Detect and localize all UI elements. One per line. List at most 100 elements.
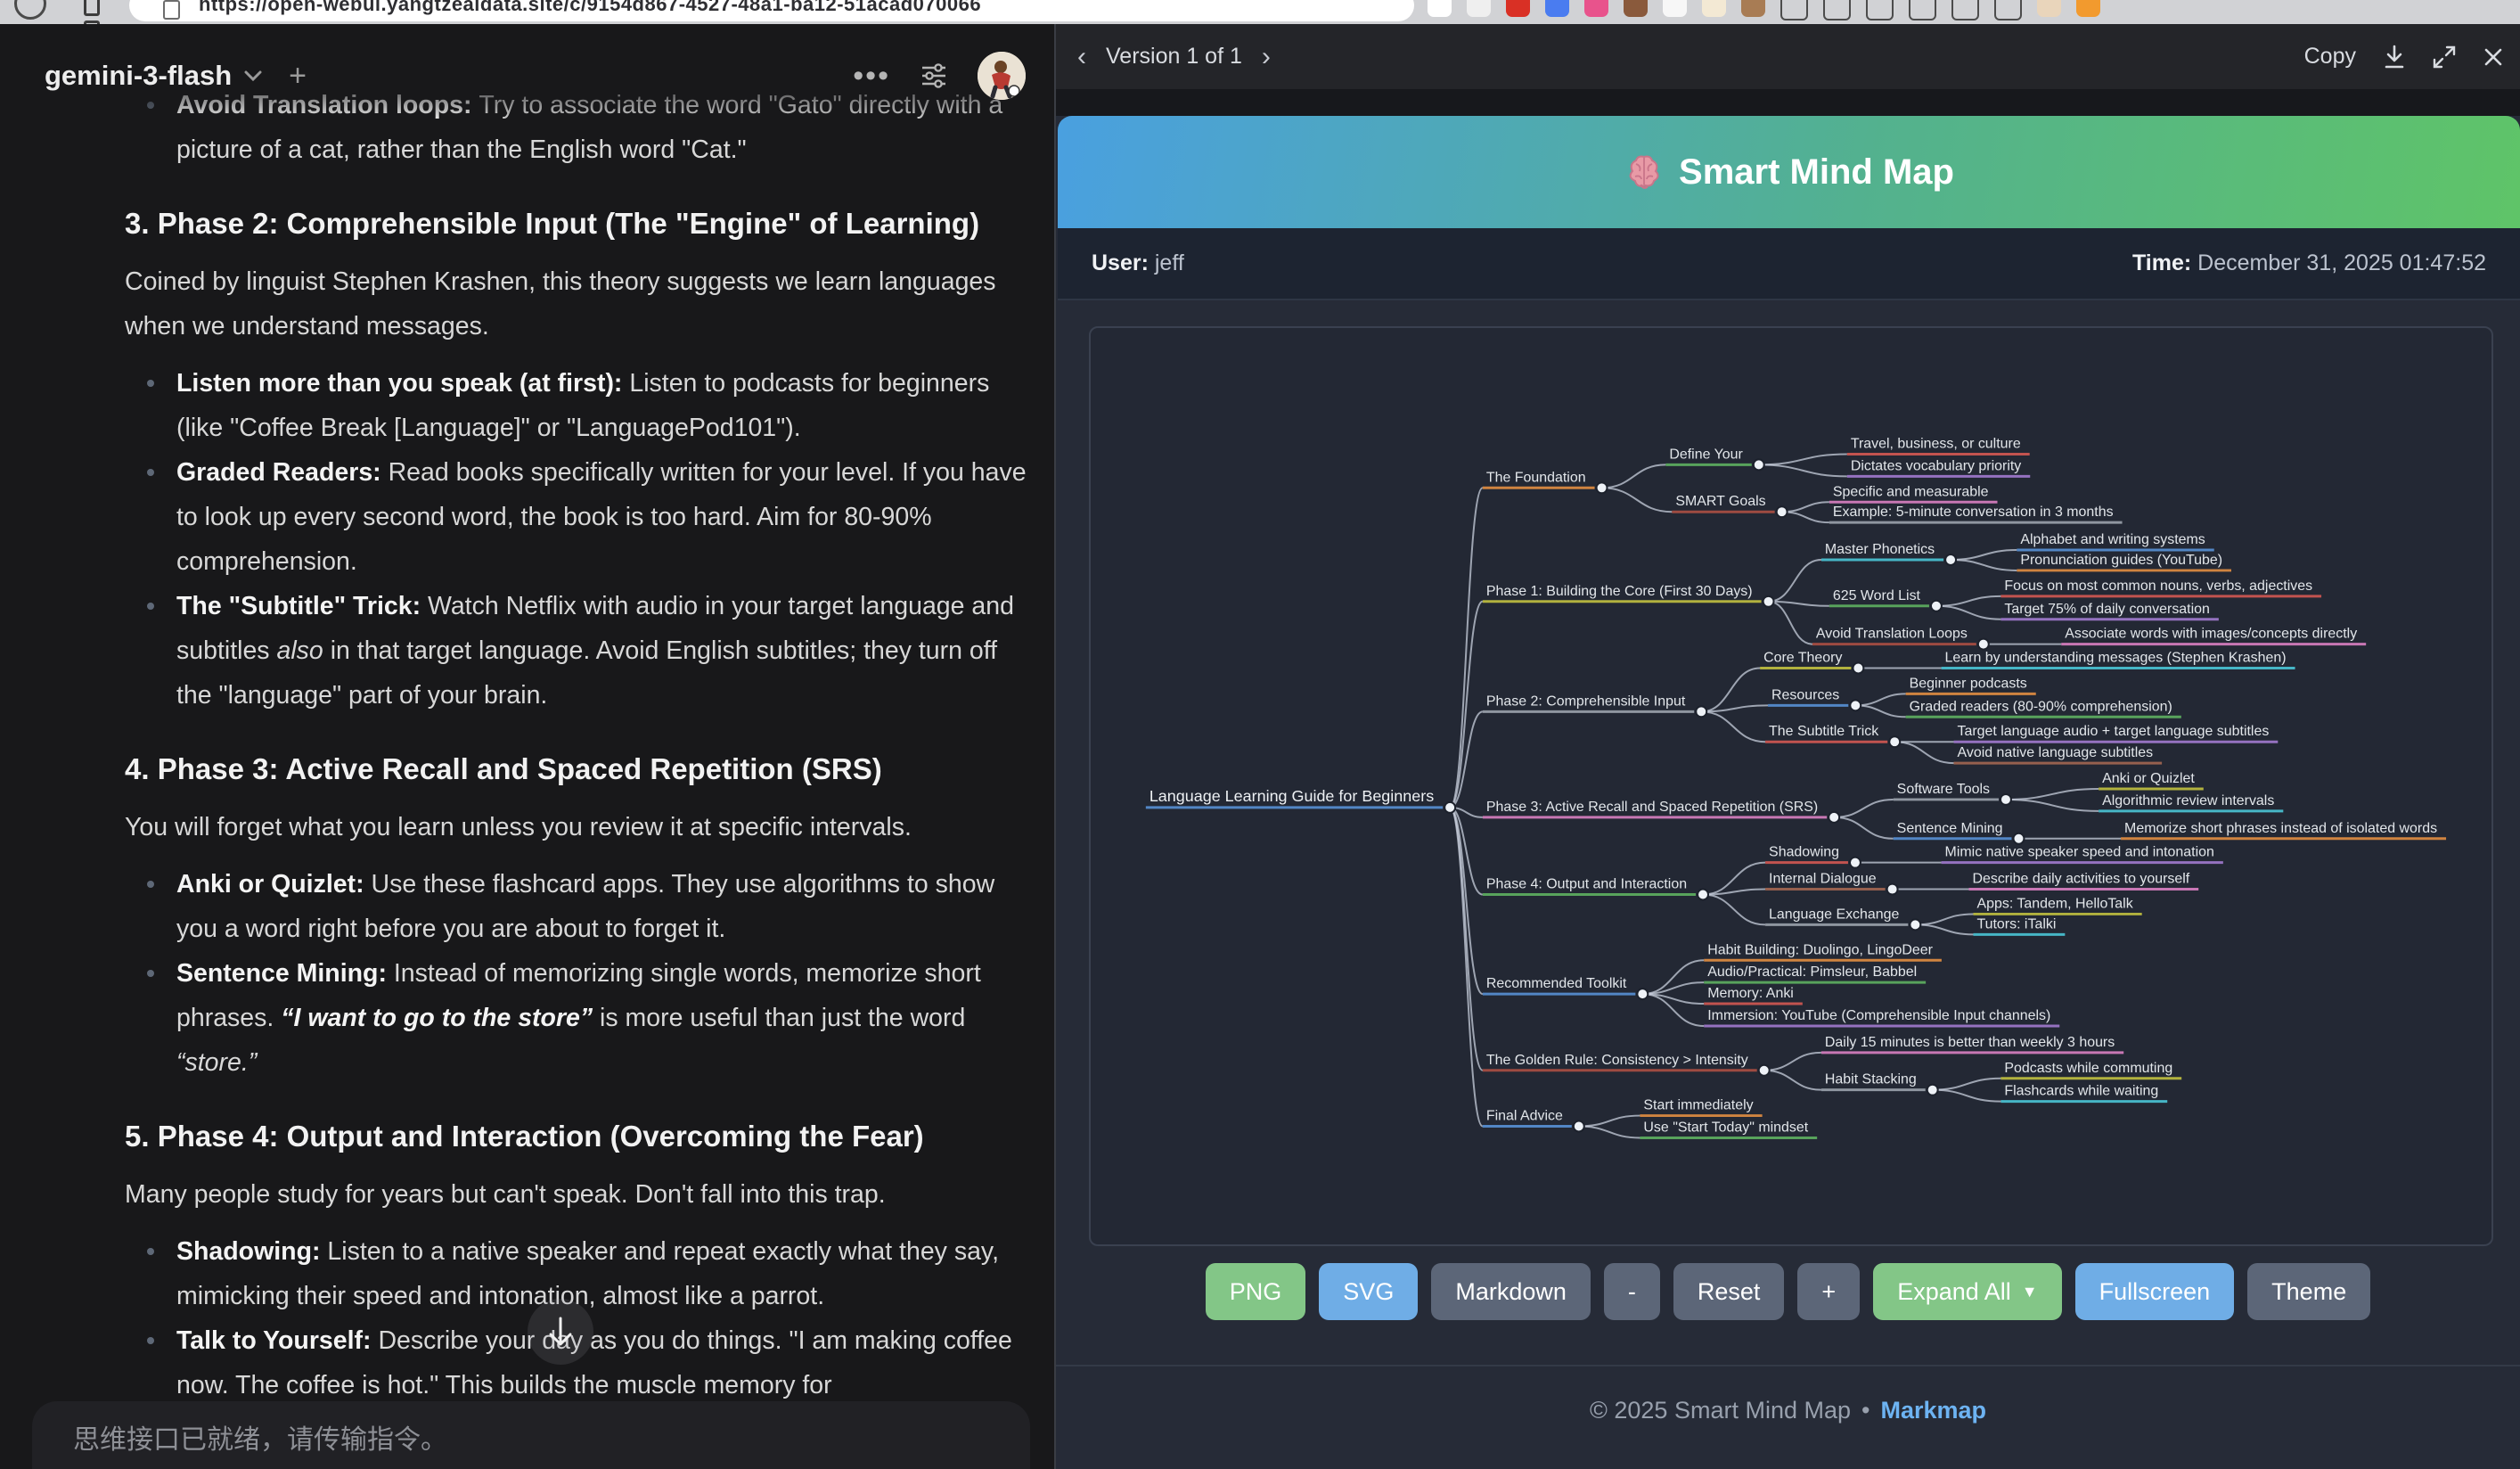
mindmap-expand-dot[interactable] [1889, 736, 1900, 747]
mindmap-expand-dot[interactable] [1637, 989, 1648, 999]
mindmap-node-describe[interactable]: Describe daily activities to yourself [1968, 872, 2198, 890]
mindmap-node-toolkit[interactable]: Recommended Toolkit [1483, 976, 1648, 999]
mindmap-node-flashwait[interactable]: Flashcards while waiting [2000, 1084, 2167, 1102]
mindmap-expand-dot[interactable] [2000, 794, 2011, 805]
open-fullscreen-icon[interactable] [2433, 45, 2456, 69]
controls-sliders-icon[interactable] [920, 62, 947, 89]
mindmap-node-target75[interactable]: Target 75% of daily conversation [2000, 602, 2218, 620]
red-v-extension-icon[interactable] [1506, 0, 1530, 17]
-button[interactable]: + [1797, 1263, 1860, 1320]
mindmap-node-mimic[interactable]: Mimic native speaker speed and intonatio… [1942, 845, 2223, 863]
mindmap-expand-dot[interactable] [1853, 663, 1863, 674]
mindmap-node-travel[interactable]: Travel, business, or culture [1847, 436, 2030, 454]
mindmap-node-anki[interactable]: Anki or Quizlet [2099, 771, 2204, 789]
mindmap-node-final[interactable]: Final Advice [1483, 1109, 1584, 1132]
mindmap-node-audio[interactable]: Audio/Practical: Pimsleur, Babbel [1704, 964, 1926, 982]
mindmap-node-memorize[interactable]: Memorize short phrases instead of isolat… [2121, 821, 2446, 839]
mindmap-node-software[interactable]: Software Tools [1894, 782, 2011, 805]
scroll-to-bottom-button[interactable] [528, 1299, 593, 1365]
orange-extension-icon[interactable] [2076, 0, 2100, 17]
mindmap-expand-dot[interactable] [2013, 833, 2024, 844]
scissors-icon[interactable] [1994, 0, 2022, 21]
mindmap-node-wordlist[interactable]: 625 Word List [1829, 588, 1942, 611]
address-bar[interactable]: https://open-webui.yangtzeaidata.site/c/… [129, 0, 1414, 21]
acorn-extension-icon[interactable] [1741, 0, 1765, 17]
mindmap-node-krashen[interactable]: Learn by understanding messages (Stephen… [1942, 651, 2295, 669]
mindmap-expand-dot[interactable] [1931, 601, 1942, 611]
mindmap-node-daily15[interactable]: Daily 15 minutes is better than weekly 3… [1821, 1035, 2123, 1053]
mindmap-node-avoidnative[interactable]: Avoid native language subtitles [1954, 745, 2163, 763]
mindmap-expand-dot[interactable] [1574, 1121, 1584, 1132]
mindmap-node-italki[interactable]: Tutors: iTalki [1973, 916, 2065, 934]
mindmap-node-stacking[interactable]: Habit Stacking [1821, 1072, 1938, 1096]
mindmap-node-defineyour[interactable]: Define Your [1665, 447, 1763, 470]
mindmap-node-focus[interactable]: Focus on most common nouns, verbs, adjec… [2000, 579, 2321, 596]
circle-outline-icon[interactable] [1951, 0, 1979, 21]
url-text[interactable]: https://open-webui.yangtzeaidata.site/c/… [199, 0, 981, 16]
mindmap-expand-dot[interactable] [1698, 890, 1708, 900]
mindmap-node-graded[interactable]: Graded readers (80-90% comprehension) [1906, 699, 2181, 717]
mindmap-node-algo[interactable]: Algorithmic review intervals [2099, 793, 2283, 811]
chevron-down-icon[interactable] [244, 70, 262, 81]
mindmap-node-dialogue[interactable]: Internal Dialogue [1765, 872, 1898, 895]
mindmap-node-shadowing[interactable]: Shadowing [1765, 845, 1861, 868]
mindmap-node-avoidloops[interactable]: Avoid Translation Loops [1812, 627, 1989, 650]
reload-icon[interactable] [14, 0, 46, 20]
monkey-extension-icon[interactable] [1624, 0, 1648, 17]
mindmap-node-phase2[interactable]: Phase 2: Comprehensible Input [1483, 693, 1706, 717]
fullscreen-button[interactable]: Fullscreen [2075, 1263, 2235, 1320]
mindmap-expand-dot[interactable] [1777, 506, 1788, 517]
mindmap-node-example[interactable]: Example: 5-minute conversation in 3 mont… [1829, 505, 2123, 522]
mindmap-node-associate[interactable]: Associate words with images/concepts dir… [2061, 627, 2366, 644]
mindmap-expand-dot[interactable] [1927, 1085, 1938, 1096]
profile-avatar-icon[interactable] [2037, 0, 2061, 17]
binoculars-icon[interactable] [1467, 0, 1491, 17]
mindmap-node-phonetics[interactable]: Master Phonetics [1821, 542, 1956, 565]
mindmap-expand-dot[interactable] [1759, 1065, 1770, 1076]
model-selector[interactable]: gemini-3-flash [45, 60, 232, 92]
mindmap-expand-dot[interactable] [1910, 919, 1920, 930]
split-view-icon[interactable] [1823, 0, 1851, 21]
png-button[interactable]: PNG [1206, 1263, 1306, 1320]
mindmap-expand-dot[interactable] [1829, 812, 1839, 823]
reset-button[interactable]: Reset [1673, 1263, 1785, 1320]
mindmap-node-tandem[interactable]: Apps: Tandem, HelloTalk [1973, 896, 2141, 914]
mindmap-node-podcasts[interactable]: Beginner podcasts [1906, 676, 2036, 693]
user-avatar[interactable] [978, 52, 1026, 100]
mindmap-expand-dot[interactable] [1597, 482, 1608, 493]
markmap-link[interactable]: Markmap [1880, 1397, 1986, 1424]
clipboard-icon[interactable] [1909, 0, 1936, 21]
mindmap-expand-dot[interactable] [1945, 554, 1956, 565]
mindmap-node-resources[interactable]: Resources [1768, 687, 1861, 710]
mindmap-node-podcommute[interactable]: Podcasts while commuting [2000, 1061, 2181, 1079]
copy-button[interactable]: Copy [2304, 44, 2356, 70]
mindmap-expand-dot[interactable] [1696, 706, 1706, 717]
previous-version-icon[interactable]: ‹ [1077, 44, 1086, 70]
mindmap-canvas-panel[interactable]: Language Learning Guide for BeginnersThe… [1089, 326, 2493, 1246]
download-icon[interactable] [2383, 45, 2406, 70]
blue-extension-icon[interactable] [1545, 0, 1569, 17]
markdown-button[interactable]: Markdown [1431, 1263, 1591, 1320]
mindmap-node-coretheory[interactable]: Core Theory [1760, 651, 1863, 674]
mindmap-node-exchange[interactable]: Language Exchange [1765, 907, 1920, 930]
mindmap-node-mining[interactable]: Sentence Mining [1894, 821, 2025, 844]
theme-button[interactable]: Theme [2247, 1263, 2370, 1320]
mindmap-node-habit[interactable]: Habit Building: Duolingo, LingoDeer [1704, 942, 1942, 960]
mindmap-node-pronunciation[interactable]: Pronunciation guides (YouTube) [2017, 553, 2231, 570]
mindmap-node-alphabet[interactable]: Alphabet and writing systems [2017, 532, 2213, 550]
mindmap-node-phase4[interactable]: Phase 4: Output and Interaction [1483, 877, 1708, 900]
mindmap-node-specific[interactable]: Specific and measurable [1829, 484, 1998, 502]
-button[interactable]: - [1604, 1263, 1660, 1320]
mindmap-svg[interactable]: Language Learning Guide for BeginnersThe… [1091, 328, 2491, 1244]
mindmap-expand-dot[interactable] [1850, 858, 1861, 868]
chat-input-bar[interactable]: 思维接口已就绪，请传输指令。 [32, 1401, 1030, 1469]
new-chat-icon[interactable]: + [289, 59, 307, 94]
bookmark-icon[interactable] [1428, 0, 1452, 17]
mindmap-node-phase3[interactable]: Phase 3: Active Recall and Spaced Repeti… [1483, 800, 1839, 823]
mindmap-node-golden[interactable]: The Golden Rule: Consistency > Intensity [1483, 1053, 1770, 1076]
next-version-icon[interactable]: › [1262, 44, 1271, 70]
download-outline-icon[interactable] [1780, 0, 1808, 21]
mindmap-node-dictates[interactable]: Dictates vocabulary priority [1847, 458, 2030, 476]
mindmap-expand-dot[interactable] [1978, 639, 1989, 650]
pink-ca-extension-icon[interactable] [1584, 0, 1608, 17]
